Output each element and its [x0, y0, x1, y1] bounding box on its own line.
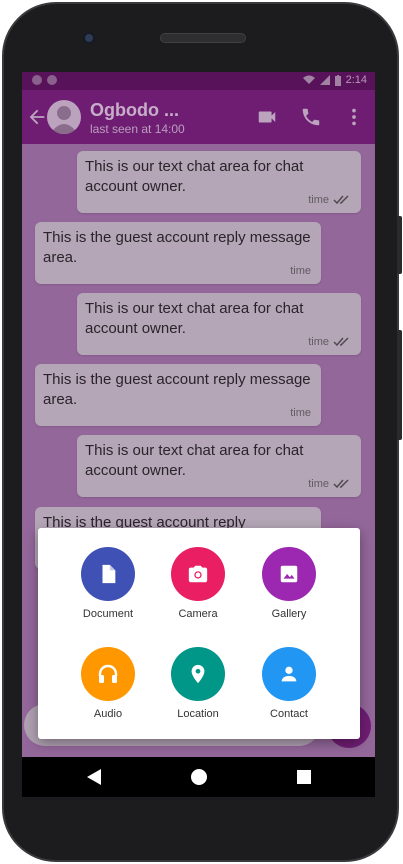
option-label: Audio: [93, 708, 123, 720]
camera-icon: [188, 565, 208, 583]
document-icon: [102, 564, 116, 584]
gallery-button[interactable]: [262, 547, 316, 601]
option-label: Location: [177, 708, 219, 720]
system-nav-bar: [22, 757, 375, 797]
recents-square-icon[interactable]: [297, 770, 311, 784]
front-camera: [83, 32, 95, 44]
volume-button: [397, 216, 402, 274]
camera-button[interactable]: [171, 547, 225, 601]
audio-button[interactable]: [81, 647, 135, 701]
document-button[interactable]: [81, 547, 135, 601]
person-icon: [281, 666, 297, 682]
headphones-icon: [98, 664, 118, 683]
attach-camera-option[interactable]: Camera: [153, 547, 243, 620]
option-label: Gallery: [271, 608, 307, 620]
power-button: [397, 330, 402, 440]
location-pin-icon: [191, 664, 205, 684]
attach-document-option[interactable]: Document: [63, 547, 153, 620]
option-label: Camera: [178, 608, 218, 620]
attach-gallery-option[interactable]: Gallery: [244, 547, 334, 620]
earpiece-speaker: [160, 33, 246, 43]
location-button[interactable]: [171, 647, 225, 701]
back-triangle-icon[interactable]: [87, 769, 101, 785]
contact-button[interactable]: [262, 647, 316, 701]
attach-audio-option[interactable]: Audio: [63, 647, 153, 720]
home-circle-icon[interactable]: [191, 769, 207, 785]
option-label: Document: [82, 608, 134, 620]
gallery-icon: [280, 565, 298, 583]
attach-contact-option[interactable]: Contact: [244, 647, 334, 720]
option-label: Contact: [270, 708, 308, 720]
attach-location-option[interactable]: Location: [153, 647, 243, 720]
attachment-sheet: Document Camera Gallery Audio Location C…: [38, 528, 360, 739]
